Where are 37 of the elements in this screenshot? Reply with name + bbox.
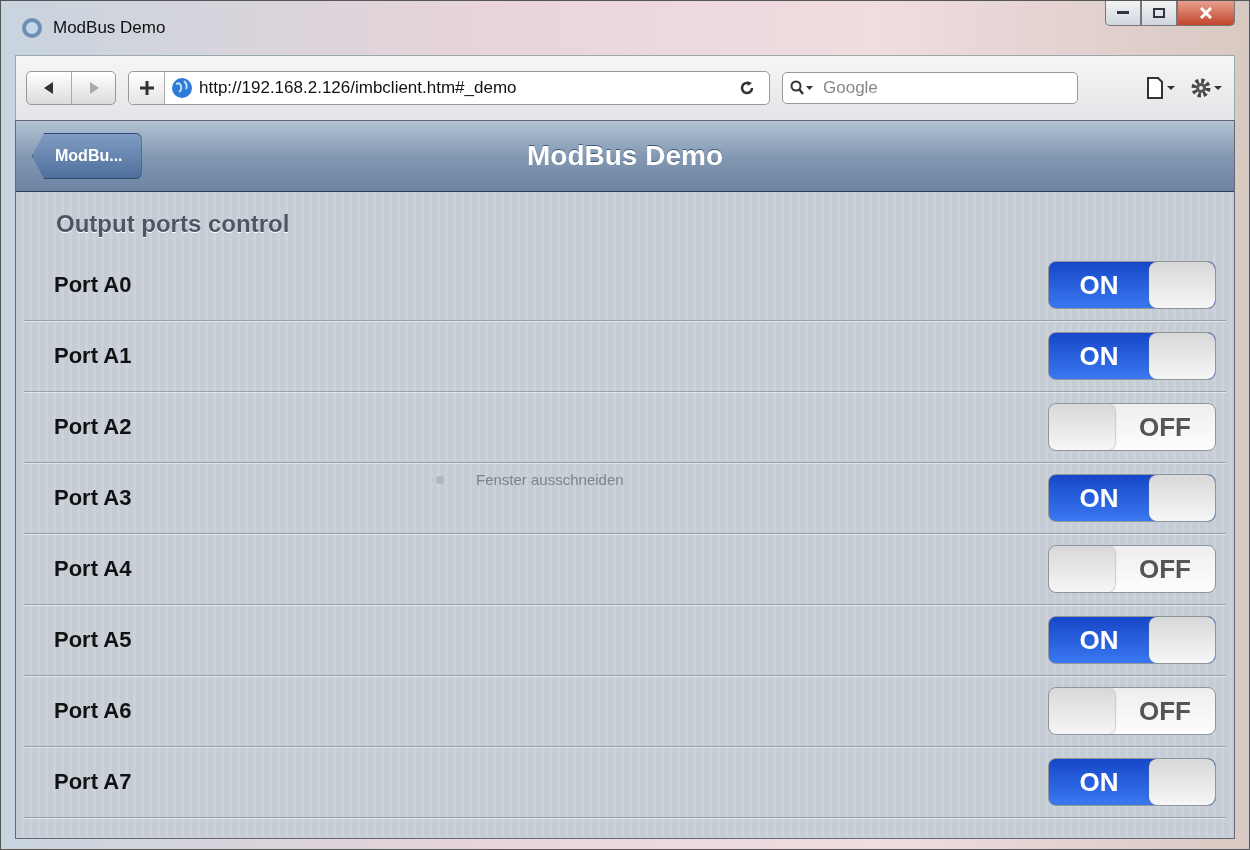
port-label: Port A0 [54,272,132,298]
maximize-button[interactable] [1141,1,1177,26]
add-bookmark-button[interactable] [129,72,165,104]
toggle-switch[interactable]: ON [1048,616,1216,664]
reload-icon[interactable] [739,80,755,96]
toggle-switch[interactable]: ON [1048,474,1216,522]
toggle-switch[interactable]: ON [1048,261,1216,309]
toggle-switch[interactable]: ON [1048,758,1216,806]
page-title: ModBus Demo [527,140,723,172]
minimize-button[interactable] [1105,1,1141,26]
port-label: Port A4 [54,556,132,582]
toggle-switch[interactable]: ON [1048,332,1216,380]
toggle-switch[interactable]: OFF [1048,687,1216,735]
close-icon [1200,7,1212,19]
back-button[interactable]: ModBu... [32,133,142,179]
right-triangle-icon [88,82,99,94]
port-label: Port A1 [54,343,132,369]
port-label: Port A5 [54,627,132,653]
globe-icon [171,77,193,99]
browser-logo-icon [21,17,43,39]
port-label: Port A3 [54,485,132,511]
port-label: Port A7 [54,769,132,795]
minimize-icon [1117,11,1129,15]
left-triangle-icon [44,82,54,94]
port-label: Port A6 [54,698,132,724]
ghost-bullet-icon [436,476,444,484]
toggle-switch[interactable]: OFF [1048,403,1216,451]
page-menu-icon[interactable] [1146,77,1176,99]
maximize-icon [1153,8,1165,18]
settings-icon[interactable] [1190,77,1224,99]
port-label: Port A2 [54,414,132,440]
toggle-switch[interactable]: OFF [1048,545,1216,593]
search-field[interactable]: Google [782,72,1078,104]
window-title: ModBus Demo [53,18,167,38]
section-title: Output ports control [55,210,291,239]
plus-icon [139,81,154,95]
close-button[interactable] [1177,1,1235,26]
